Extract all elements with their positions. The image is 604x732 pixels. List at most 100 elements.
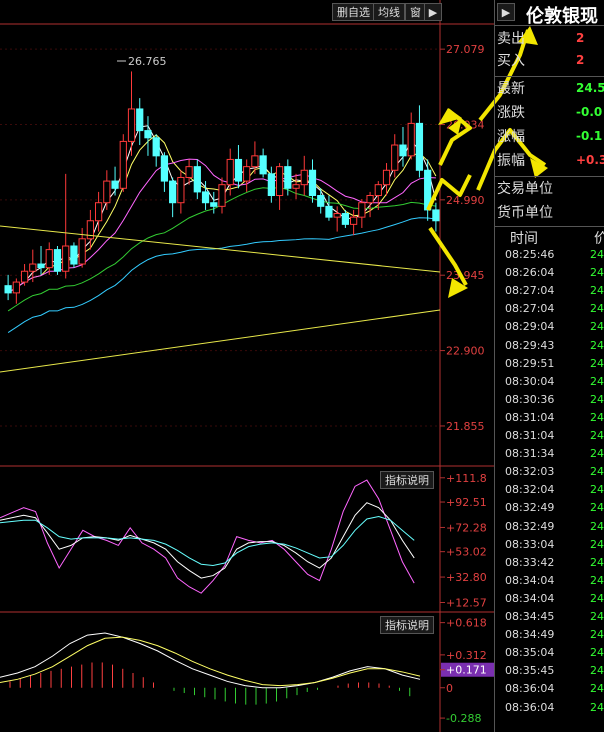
- tick-price: 24: [590, 682, 604, 696]
- candle: [243, 166, 251, 182]
- macd-line: [0, 636, 421, 687]
- quote-row: 交易单位: [497, 178, 553, 200]
- quote-row: 最新: [497, 78, 525, 100]
- quote-label: 振幅: [497, 153, 525, 169]
- tick-price: 24: [590, 483, 604, 497]
- tick-price: 24: [590, 519, 604, 533]
- ticks-header-price: 价: [594, 231, 604, 247]
- quote-row: 货币单位: [497, 202, 553, 224]
- candle: [366, 195, 374, 204]
- candle: [185, 166, 193, 178]
- indicator-line: [0, 515, 415, 567]
- indicator-tick-label: +111.8: [446, 472, 487, 485]
- candle: [62, 245, 70, 272]
- tick-price: 24: [590, 374, 604, 388]
- tick-price: 24: [590, 501, 604, 515]
- tick-price: 24: [590, 646, 604, 660]
- candle: [432, 209, 440, 222]
- macd-tick-label: +0.618: [446, 617, 487, 630]
- indicator-two-axis: +0.618 +0.312 +0.171 0 -0.288: [440, 617, 494, 725]
- macd-tick-label: 0: [446, 682, 453, 695]
- candle: [193, 166, 201, 193]
- tick-time: 08:31:04: [505, 429, 555, 442]
- tick-price: 24: [590, 338, 604, 352]
- candle: [169, 180, 177, 204]
- indicator-line: [0, 502, 415, 579]
- tick-time: 08:32:49: [505, 519, 555, 533]
- macd-tick-label: +0.171: [446, 664, 487, 677]
- candle: [111, 180, 119, 189]
- quote-row: 涨幅: [497, 126, 525, 148]
- tick-price: 24: [590, 628, 604, 642]
- price-tick-label: 27.079: [446, 43, 485, 56]
- candle: [210, 202, 218, 207]
- tick-price: 24: [590, 320, 604, 334]
- candle: [78, 238, 86, 265]
- tick-time: 08:26:04: [505, 266, 555, 280]
- candle: [382, 169, 391, 186]
- moving-average-lines: [7, 125, 437, 333]
- tick-time: 08:33:42: [505, 555, 555, 569]
- quote-row: 涨跌: [497, 102, 525, 124]
- window-button[interactable]: 窗: [405, 3, 426, 21]
- tick-price: 24: [590, 302, 604, 316]
- tick-time: 08:32:49: [505, 501, 555, 515]
- candle: [391, 144, 399, 171]
- candle: [284, 166, 292, 189]
- quote-label: 货币单位: [497, 205, 553, 221]
- candle: [37, 263, 45, 269]
- candle: [136, 108, 144, 132]
- right-bar-icon[interactable]: ▶: [424, 3, 442, 21]
- right-bar-icon[interactable]: ▶: [497, 3, 515, 21]
- candle: [317, 195, 325, 207]
- tick-time: 08:36:04: [505, 700, 555, 714]
- candle: [251, 155, 259, 168]
- tick-time: 08:36:04: [505, 682, 555, 696]
- indicator-tick-label: +32.80: [446, 571, 487, 584]
- indicator-two-help-button[interactable]: 指标说明: [380, 616, 434, 634]
- tick-time: 08:34:04: [505, 573, 555, 587]
- candle: [300, 169, 308, 186]
- indicator-tick-label: +72.28: [446, 521, 487, 534]
- tick-time: 08:29:51: [505, 356, 555, 370]
- indicator-tick-label: +12.57: [446, 596, 487, 609]
- candle: [45, 249, 53, 269]
- quote-value: 2: [576, 31, 585, 45]
- tick-time: 08:25:46: [505, 248, 555, 261]
- tick-price: 24: [590, 447, 604, 461]
- tick-time: 08:30:04: [505, 374, 555, 388]
- indicator-tick-label: +53.02: [446, 546, 487, 559]
- indicator-one-axis: +111.8 +92.51 +72.28 +53.02 +32.80 +12.57: [440, 472, 487, 609]
- tick-time: 08:35:04: [505, 646, 555, 660]
- tick-time: 08:34:45: [505, 610, 555, 623]
- candle: [218, 184, 226, 207]
- candle: [20, 270, 29, 283]
- candle: [341, 213, 350, 225]
- ticks-header-time: 时间: [510, 231, 538, 247]
- tick-price: 24: [590, 610, 604, 623]
- candle: [415, 122, 424, 171]
- candle: [12, 281, 20, 294]
- candle: [275, 166, 284, 197]
- delete-favorite-button[interactable]: 删自选: [332, 3, 375, 21]
- indicator-tick-label: +92.51: [446, 496, 487, 509]
- quote-value: +0.32: [576, 153, 604, 167]
- indicator-line: [0, 479, 415, 594]
- candle: [259, 155, 267, 175]
- quote-value: 24.5: [576, 81, 604, 95]
- tick-price: 24: [590, 664, 604, 678]
- quote-row: 振幅: [497, 150, 525, 172]
- candle: [53, 249, 62, 272]
- quote-value: -0.0: [576, 105, 603, 119]
- indicator-one-help-button[interactable]: 指标说明: [380, 471, 434, 489]
- tick-time: 08:27:04: [505, 302, 555, 316]
- tick-price: 24: [590, 410, 604, 424]
- tick-time: 08:29:43: [505, 338, 555, 352]
- candle: [333, 213, 341, 218]
- ma-line-button[interactable]: 均线: [373, 3, 405, 21]
- tick-time: 08:29:04: [505, 320, 555, 334]
- tick-price: 24: [590, 284, 604, 298]
- candle: [292, 184, 300, 189]
- candle: [94, 202, 103, 222]
- tick-time: 08:27:04: [505, 284, 555, 298]
